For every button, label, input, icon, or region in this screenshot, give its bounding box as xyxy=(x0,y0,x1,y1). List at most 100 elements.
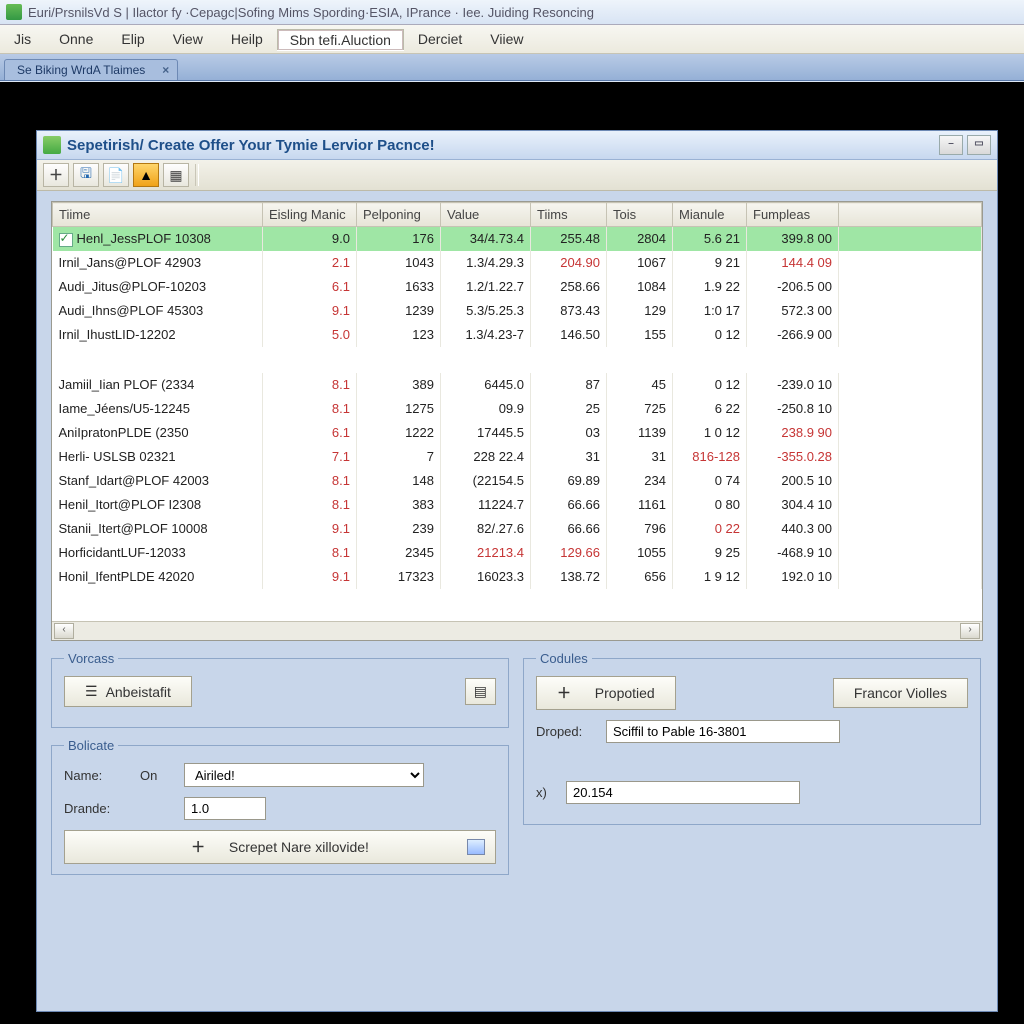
table-cell: 17323 xyxy=(357,565,441,589)
column-header[interactable]: Tiime xyxy=(53,203,263,227)
save-button[interactable]: 🖫 xyxy=(73,163,99,187)
table-cell: 34/4.73.4 xyxy=(441,227,531,251)
table-row[interactable]: Irnil_Jans@PLOF 429032.110431.3/4.29.320… xyxy=(53,251,982,275)
table-cell: 155 xyxy=(607,323,673,347)
table-cell: 66.66 xyxy=(531,517,607,541)
scroll-left-button[interactable]: ‹ xyxy=(54,623,74,639)
table-row[interactable]: HorficidantLUF-120338.1234521213.4129.66… xyxy=(53,541,982,565)
menu-item[interactable]: Heilp xyxy=(217,31,277,47)
scroll-right-button[interactable]: › xyxy=(960,623,980,639)
table-cell: 1055 xyxy=(607,541,673,565)
table-row[interactable]: Stanf_Idart@PLOF 420038.1148(22154.569.8… xyxy=(53,469,982,493)
table-row[interactable]: Henl_JessPLOF 103089.017634/4.73.4255.48… xyxy=(53,227,982,251)
table-cell: 176 xyxy=(357,227,441,251)
table-row[interactable]: Audi_Jitus@PLOF-102036.116331.2/1.22.725… xyxy=(53,275,982,299)
menu-item-active[interactable]: Sbn tefi.Aluction xyxy=(277,29,404,50)
table-cell: 0 22 xyxy=(673,517,747,541)
table-cell: 129 xyxy=(607,299,673,323)
table-row[interactable]: Stanii_Itert@PLOF 100089.123982/.27.666.… xyxy=(53,517,982,541)
warning-button[interactable]: ▲ xyxy=(133,163,159,187)
drande-input[interactable] xyxy=(184,797,266,820)
script-button[interactable]: ＋ Screpet Nare xillovide! xyxy=(64,830,496,864)
table-row[interactable]: Irnil_IhustLID-122025.01231.3/4.23-7146.… xyxy=(53,323,982,347)
propotied-button[interactable]: ＋ Propotied xyxy=(536,676,676,710)
table-row[interactable]: AniIpratonPLDE (23506.1122217445.5031139… xyxy=(53,421,982,445)
table-row[interactable]: Herli- USLSB 023217.17228 22.43131816-12… xyxy=(53,445,982,469)
table-row[interactable]: Iame_Jéens/U5-122458.1127509.9257256 22-… xyxy=(53,397,982,421)
table-cell: 1161 xyxy=(607,493,673,517)
menu-item[interactable]: Viiew xyxy=(476,31,537,47)
list-icon: ☰ xyxy=(85,683,98,700)
column-header[interactable]: Eisling Manic xyxy=(263,203,357,227)
table-cell: 8.1 xyxy=(263,469,357,493)
child-window: Sepetirish/ Create Offer Your Tymie Lerv… xyxy=(36,130,998,1012)
table-cell: 03 xyxy=(531,421,607,445)
horizontal-scrollbar[interactable]: ‹ › xyxy=(52,621,982,640)
aux-button[interactable]: ▤ xyxy=(465,678,496,705)
column-header[interactable]: Value xyxy=(441,203,531,227)
table-cell: 873.43 xyxy=(531,299,607,323)
table-row[interactable] xyxy=(53,347,982,373)
column-header[interactable] xyxy=(839,203,982,227)
table-row[interactable]: Henil_Itort@PLOF I23088.138311224.766.66… xyxy=(53,493,982,517)
column-header[interactable]: Fumpleas xyxy=(747,203,839,227)
group-label: Codules xyxy=(536,651,592,666)
menu-item[interactable]: Elip xyxy=(107,31,158,47)
table-cell: 192.0 10 xyxy=(747,565,839,589)
menu-item[interactable]: Jis xyxy=(0,31,45,47)
table-cell: 796 xyxy=(607,517,673,541)
table-cell: 656 xyxy=(607,565,673,589)
bolicate-group: Bolicate Name: On Airiled! Drande: xyxy=(51,738,509,875)
table-cell: 9.1 xyxy=(263,299,357,323)
table-cell: 82/.27.6 xyxy=(441,517,531,541)
toolbar: ＋ 🖫 📄 ▲ ▦ xyxy=(37,160,997,191)
table-row[interactable]: Audi_Ihns@PLOF 453039.112395.3/5.25.3873… xyxy=(53,299,982,323)
open-button[interactable]: 📄 xyxy=(103,163,129,187)
table-cell: 8.1 xyxy=(263,493,357,517)
column-header[interactable]: Tois xyxy=(607,203,673,227)
menu-item[interactable]: View xyxy=(159,31,217,47)
maximize-button[interactable]: ▭ xyxy=(967,135,991,155)
table-cell: 45 xyxy=(607,373,673,397)
column-header[interactable]: Mianule xyxy=(673,203,747,227)
table-cell: 389 xyxy=(357,373,441,397)
table-cell: 304.4 10 xyxy=(747,493,839,517)
table-cell: 25 xyxy=(531,397,607,421)
table-cell: 255.48 xyxy=(531,227,607,251)
table-cell: Iame_Jéens/U5-12245 xyxy=(53,397,263,421)
francor-violles-button[interactable]: Francor Violles xyxy=(833,678,968,708)
column-header[interactable]: Tiims xyxy=(531,203,607,227)
table-cell: 148 xyxy=(357,469,441,493)
name-select[interactable]: Airiled! xyxy=(184,763,424,787)
table-cell: Irnil_IhustLID-12202 xyxy=(53,323,263,347)
droped-input[interactable] xyxy=(606,720,840,743)
x-input[interactable] xyxy=(566,781,800,804)
vorcass-group: Vorcass ☰ Anbeistafit ▤ xyxy=(51,651,509,728)
table-cell: 2804 xyxy=(607,227,673,251)
menu-item[interactable]: Derciet xyxy=(404,31,476,47)
table-cell: -266.9 00 xyxy=(747,323,839,347)
table-cell: 7.1 xyxy=(263,445,357,469)
data-grid[interactable]: TiimeEisling ManicPelponingValueTiimsToi… xyxy=(51,201,983,641)
table-cell: 1.3/4.29.3 xyxy=(441,251,531,275)
menu-item[interactable]: Onne xyxy=(45,31,107,47)
close-icon[interactable]: × xyxy=(162,63,169,77)
table-cell: -239.0 10 xyxy=(747,373,839,397)
table-row[interactable]: Honil_IfentPLDE 420209.11732316023.3138.… xyxy=(53,565,982,589)
table-cell: 0 12 xyxy=(673,323,747,347)
table-cell: 31 xyxy=(531,445,607,469)
checkbox-icon[interactable] xyxy=(59,233,73,247)
table-cell: Henl_JessPLOF 10308 xyxy=(53,227,263,251)
table-cell: (22154.5 xyxy=(441,469,531,493)
window-icon xyxy=(43,136,61,154)
table-cell: 1.9 22 xyxy=(673,275,747,299)
document-tab[interactable]: Se Biking WrdA Tlaimes × xyxy=(4,59,178,80)
column-header[interactable]: Pelponing xyxy=(357,203,441,227)
add-button[interactable]: ＋ xyxy=(43,163,69,187)
anbeistafit-button[interactable]: ☰ Anbeistafit xyxy=(64,676,192,707)
minimize-button[interactable]: – xyxy=(939,135,963,155)
properties-button[interactable]: ▦ xyxy=(163,163,189,187)
child-window-title: Sepetirish/ Create Offer Your Tymie Lerv… xyxy=(67,137,435,154)
table-cell: 144.4 09 xyxy=(747,251,839,275)
table-row[interactable]: Jamiil_Iian PLOF (23348.13896445.087450 … xyxy=(53,373,982,397)
